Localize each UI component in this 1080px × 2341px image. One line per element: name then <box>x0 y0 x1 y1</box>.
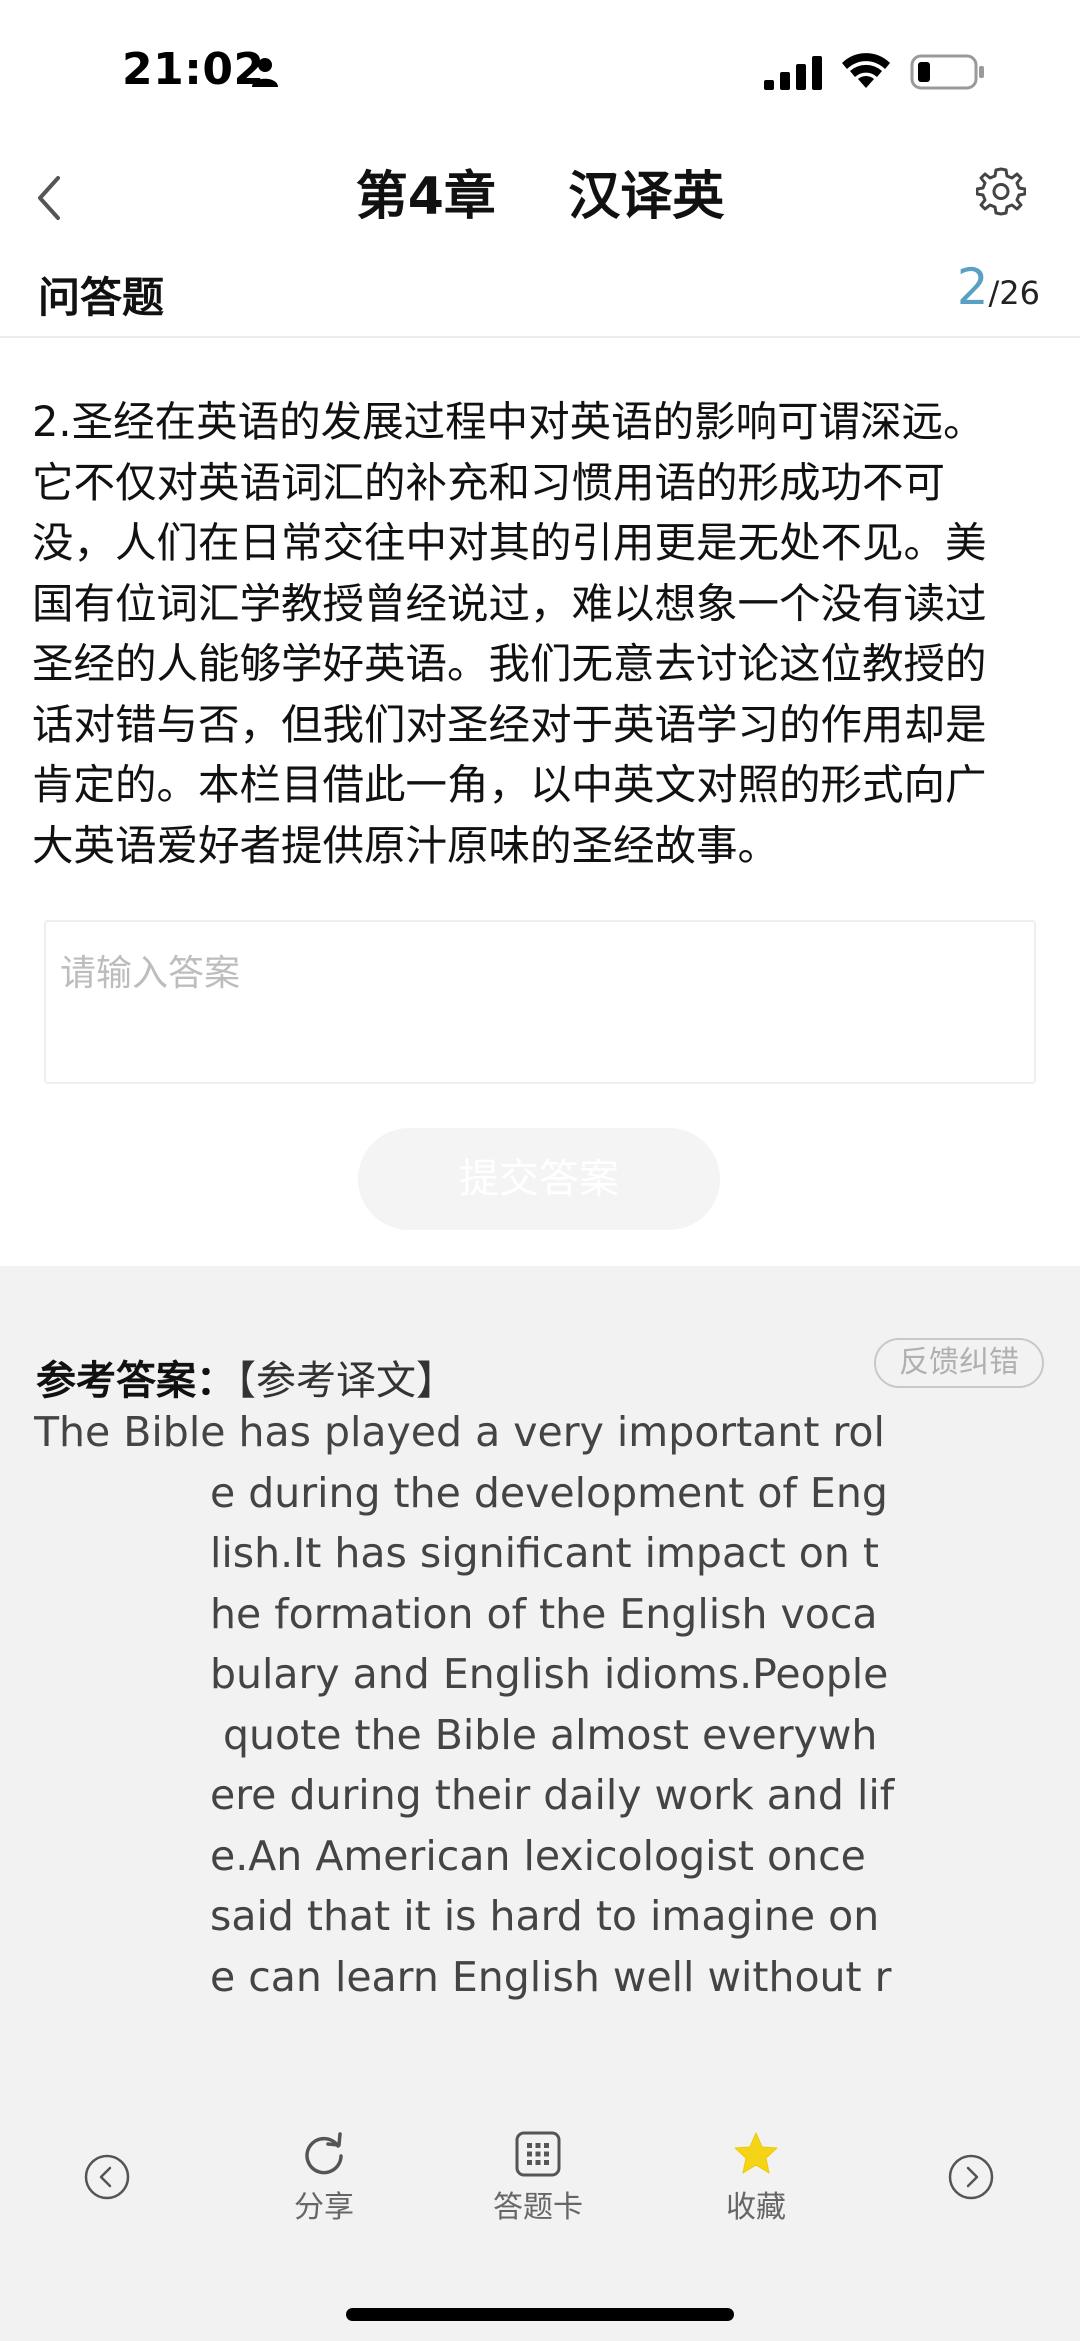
reference-text: The Bible has played a very important ro… <box>34 1402 1074 2007</box>
question-text: 2.圣经在英语的发展过程中对英语的影响可谓深远。 它不仅对英语词汇的补充和习惯用… <box>32 397 987 870</box>
person-icon <box>252 58 278 87</box>
reference-line: he formation of the English voca <box>210 1589 878 1638</box>
status-time: 21:02 <box>122 44 265 95</box>
reference-label: 参考答案： <box>36 1358 236 1404</box>
question-type-row: 问答题 2/26 <box>0 250 1080 338</box>
answer-card-label: 答题卡 <box>493 2190 583 2225</box>
answer-card-button[interactable]: 答题卡 <box>458 2130 618 2226</box>
question-progress: 2/26 <box>957 258 1040 316</box>
share-icon <box>305 2132 343 2175</box>
reference-line: bulary and English idioms.People <box>210 1650 889 1698</box>
home-indicator[interactable] <box>346 2308 734 2321</box>
page-title-topic: 汉译英 <box>568 167 725 227</box>
favorite-label: 收藏 <box>726 2190 786 2225</box>
reference-line: e during the development of Eng <box>210 1468 888 1517</box>
nav-bar: 第4章 汉译英 <box>0 140 1080 250</box>
previous-question-icon[interactable] <box>84 2154 130 2200</box>
reference-line: ere during their daily work and lif <box>210 1771 895 1819</box>
progress-total: /26 <box>988 274 1041 312</box>
reference-line: e can learn English well without r <box>210 1952 892 2001</box>
reference-tag: 【参考译文】 <box>236 1358 456 1404</box>
battery-icon <box>910 54 984 90</box>
status-bar: 21:02 <box>0 0 1080 140</box>
feedback-button[interactable]: 反馈纠错 <box>874 1338 1044 1388</box>
bottom-toolbar: 分享 答题卡 收藏 <box>0 2110 1080 2230</box>
submit-answer-button[interactable]: 提交答案 <box>358 1128 720 1230</box>
reference-line: said that it is hard to imagine on <box>210 1892 880 1940</box>
page-title-chapter: 第4章 <box>355 167 496 227</box>
reference-line: e.An American lexicologist once <box>210 1831 866 1880</box>
grid-icon <box>515 2131 561 2177</box>
favorite-button[interactable]: 收藏 <box>676 2130 836 2226</box>
signal-icon <box>764 56 822 90</box>
answer-input[interactable] <box>44 920 1036 1084</box>
wifi-icon <box>842 53 890 88</box>
page-title: 第4章 汉译英 <box>0 154 1080 229</box>
reference-line: The Bible has played a very important ro… <box>34 1408 885 1456</box>
share-button[interactable]: 分享 <box>244 2130 404 2226</box>
reference-line: lish.It has significant impact on t <box>210 1529 879 1577</box>
progress-current: 2 <box>956 258 989 316</box>
share-label: 分享 <box>294 2190 354 2225</box>
question-type-label: 问答题 <box>38 273 165 322</box>
reference-line: quote the Bible almost everywh <box>210 1710 878 1759</box>
reference-header: 参考答案：【参考译文】 <box>36 1348 456 1406</box>
settings-gear-icon[interactable] <box>976 166 1026 216</box>
star-icon <box>734 2132 778 2174</box>
next-question-icon[interactable] <box>948 2154 994 2200</box>
